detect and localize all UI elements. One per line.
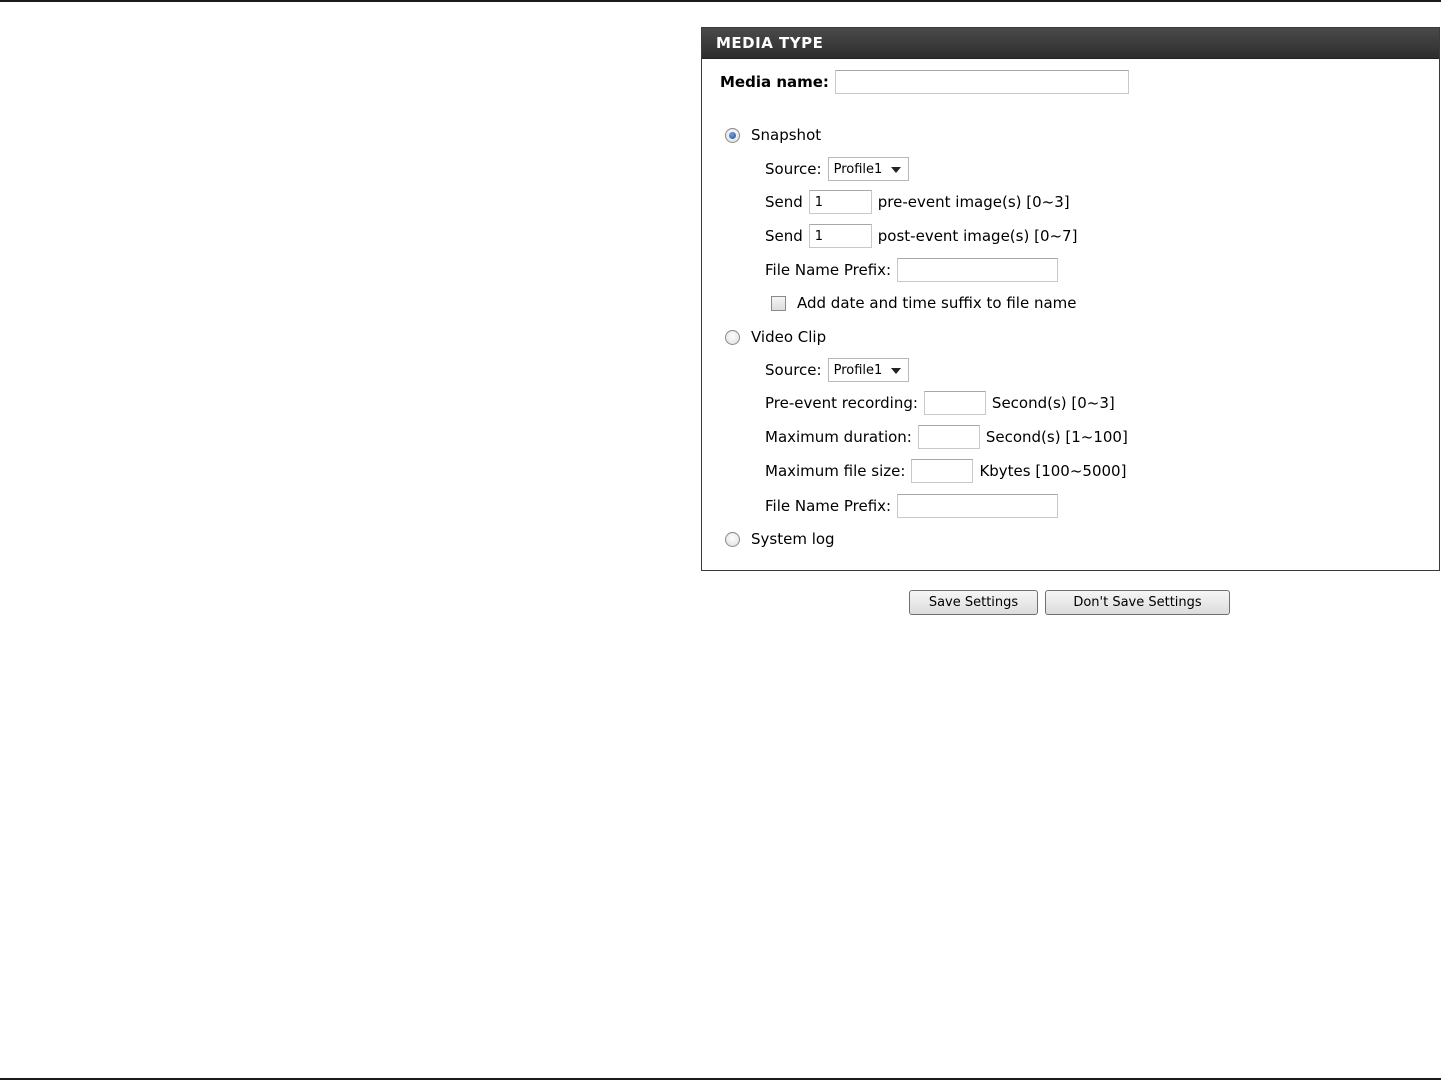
pre-recording-input[interactable] (923, 391, 986, 415)
max-duration-suffix: Second(s) [1~100] (985, 428, 1128, 446)
pre-recording-row: Pre-event recording: Second(s) [0~3] (765, 391, 1115, 415)
system-log-option[interactable]: System log (725, 530, 835, 548)
snapshot-prefix-label: File Name Prefix: (765, 261, 892, 279)
post-event-suffix: post-event image(s) [0~7] (877, 227, 1078, 245)
snapshot-prefix-row: File Name Prefix: (765, 258, 1059, 282)
max-duration-row: Maximum duration: Second(s) [1~100] (765, 425, 1128, 449)
top-divider (0, 0, 1441, 2)
system-log-label: System log (751, 530, 835, 548)
max-size-row: Maximum file size: Kbytes [100~5000] (765, 459, 1126, 483)
video-source-label: Source: (765, 361, 822, 379)
pre-event-images-input[interactable] (808, 190, 872, 214)
panel-title: MEDIA TYPE (702, 28, 1439, 59)
system-log-radio[interactable] (725, 531, 740, 547)
snapshot-send-label-2: Send (765, 227, 803, 245)
page: MEDIA TYPE Media name: Snapshot Source: … (0, 0, 1441, 1081)
video-clip-option[interactable]: Video Clip (725, 328, 826, 346)
max-duration-input[interactable] (917, 425, 980, 449)
video-source-select[interactable]: Profile1 (827, 358, 910, 382)
video-prefix-row: File Name Prefix: (765, 494, 1059, 518)
media-name-label: Media name: (720, 73, 829, 91)
chevron-down-icon (891, 167, 902, 173)
media-name-input[interactable] (834, 70, 1129, 94)
video-source-row: Source: Profile1 (765, 358, 910, 382)
max-size-suffix: Kbytes [100~5000] (979, 462, 1127, 480)
snapshot-option[interactable]: Snapshot (725, 126, 821, 144)
video-clip-radio[interactable] (725, 329, 740, 345)
snapshot-label: Snapshot (751, 126, 822, 144)
suffix-checkbox-row[interactable]: Add date and time suffix to file name (771, 294, 1077, 312)
snapshot-post-row: Send post-event image(s) [0~7] (765, 224, 1077, 248)
pre-event-suffix: pre-event image(s) [0~3] (877, 193, 1070, 211)
snapshot-radio[interactable] (725, 127, 740, 143)
video-prefix-label: File Name Prefix: (765, 497, 892, 515)
video-prefix-input[interactable] (897, 494, 1059, 518)
post-event-images-input[interactable] (808, 224, 872, 248)
chevron-down-icon (891, 368, 902, 374)
media-name-row: Media name: (720, 70, 1129, 94)
video-source-value: Profile1 (833, 362, 883, 378)
media-type-panel: MEDIA TYPE Media name: Snapshot Source: … (701, 27, 1440, 571)
bottom-divider (0, 1078, 1441, 1080)
pre-recording-label: Pre-event recording: (765, 394, 918, 412)
suffix-checkbox[interactable] (771, 295, 786, 311)
snapshot-source-row: Source: Profile1 (765, 157, 910, 181)
snapshot-source-label: Source: (765, 160, 822, 178)
snapshot-send-label: Send (765, 193, 803, 211)
pre-recording-suffix: Second(s) [0~3] (991, 394, 1115, 412)
max-size-label: Maximum file size: (765, 462, 906, 480)
snapshot-pre-row: Send pre-event image(s) [0~3] (765, 190, 1070, 214)
snapshot-prefix-input[interactable] (897, 258, 1059, 282)
max-size-input[interactable] (911, 459, 974, 483)
snapshot-source-select[interactable]: Profile1 (827, 157, 910, 181)
suffix-checkbox-label: Add date and time suffix to file name (797, 294, 1077, 312)
save-settings-button[interactable]: Save Settings (909, 590, 1038, 615)
video-clip-label: Video Clip (751, 328, 827, 346)
dont-save-settings-button[interactable]: Don't Save Settings (1045, 590, 1230, 615)
max-duration-label: Maximum duration: (765, 428, 912, 446)
snapshot-source-value: Profile1 (833, 161, 883, 177)
